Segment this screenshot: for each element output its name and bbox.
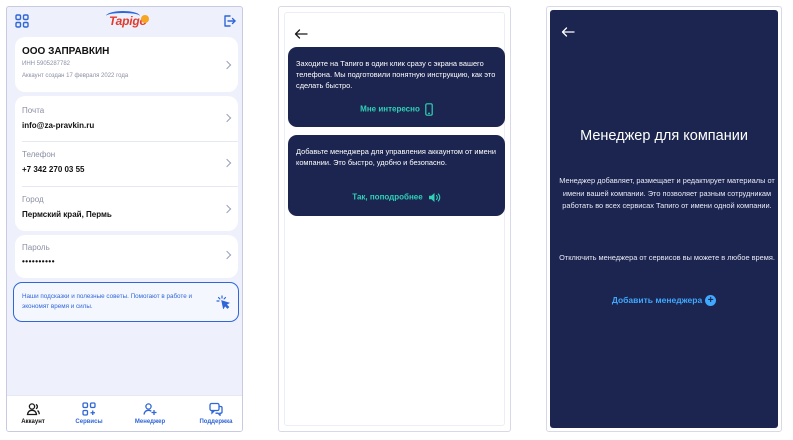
page-title: Менеджер для компании [580,128,748,144]
chevron-right-icon [222,60,232,70]
phone-value: +7 342 270 03 55 [22,165,85,174]
divider [22,186,238,187]
tab-services-label: Сервисы [75,419,103,425]
manager-info-content: Менеджер для компании Менеджер добавляет… [550,10,778,428]
chevron-right-icon [222,113,232,123]
tab-account-label: Аккаунт [21,419,45,425]
password-value: •••••••••• [22,257,56,266]
logout-icon[interactable] [222,14,236,28]
phone-icon [425,103,433,116]
grid-menu-icon[interactable] [15,14,29,28]
tab-services[interactable]: Сервисы [64,402,114,425]
phone-label: Телефон [22,150,56,159]
tab-support[interactable]: Поддержка [191,402,241,425]
install-tip-text: Заходите на Тапиго в один клик сразу с э… [296,59,496,91]
chevron-right-icon [222,158,232,168]
email-label: Почта [22,106,45,115]
back-arrow-icon[interactable] [294,26,308,39]
app-header: Tapigo [7,7,242,35]
speaker-icon [428,193,440,202]
email-value: info@za-pravkin.ru [22,121,95,130]
password-label: Пароль [22,243,50,252]
manager-info-screen: Менеджер для компании Менеджер добавляет… [546,6,782,432]
tips-text: Наши подсказки и полезные советы. Помога… [22,293,193,310]
divider [22,141,238,142]
add-manager-label: Добавить менеджера [611,295,703,305]
manager-tip-card[interactable]: Добавьте менеджера для управления аккаун… [288,135,505,216]
tips-content: Заходите на Тапиго в один клик сразу с э… [284,12,505,426]
plus-icon: + [705,295,717,307]
more-details-link[interactable]: Так, поподробнее [288,192,505,203]
interested-link[interactable]: Мне интересно [288,103,505,116]
manager-description: Менеджер добавляет, размещает и редактир… [559,176,775,210]
company-name: ООО ЗАПРАВКИН [22,46,110,57]
tab-support-label: Поддержка [199,419,233,425]
more-details-link-label: Так, поподробнее [352,192,423,202]
tab-manager-label: Менеджер [134,419,166,425]
tapigo-logo: Tapigo [103,11,149,31]
city-value: Пермский край, Пермь [22,210,112,219]
company-inn: ИНН 5905287782 [22,61,71,67]
company-card[interactable]: ООО ЗАПРАВКИН ИНН 5905287782 Аккаунт соз… [15,37,238,92]
account-created-date: Аккаунт создан 17 февраля 2022 года [22,73,129,79]
manager-tip-text: Добавьте менеджера для управления аккаун… [296,147,496,168]
chevron-right-icon [222,250,232,260]
interested-link-label: Мне интересно [360,104,420,114]
tips-screen: Заходите на Тапиго в один клик сразу с э… [278,6,511,432]
bottom-tab-bar: Аккаунт Сервисы Менеджер Поддержка [7,395,242,431]
tab-account[interactable]: Аккаунт [8,402,58,425]
tab-manager[interactable]: Менеджер [125,402,175,425]
add-user-icon [143,403,157,415]
add-manager-button[interactable]: Добавить менеджера + [550,295,778,307]
password-card[interactable]: Пароль •••••••••• [15,235,238,278]
account-screen: Tapigo ООО ЗАПРАВКИН ИНН 5905287782 Акка… [6,6,243,432]
chat-icon [209,402,223,416]
services-icon [82,402,96,416]
back-arrow-icon[interactable] [561,24,575,37]
manager-disable-note: Отключить менеджера от сервисов вы может… [559,253,775,262]
install-tip-card[interactable]: Заходите на Тапиго в один клик сразу с э… [288,47,505,127]
contact-card: Почта info@za-pravkin.ru Телефон +7 342 … [15,96,238,231]
tips-banner[interactable]: Наши подсказки и полезные советы. Помога… [13,282,239,322]
tap-hint-icon [216,295,230,310]
user-icon [26,403,40,416]
chevron-right-icon [222,204,232,214]
city-label: Город [22,195,44,204]
